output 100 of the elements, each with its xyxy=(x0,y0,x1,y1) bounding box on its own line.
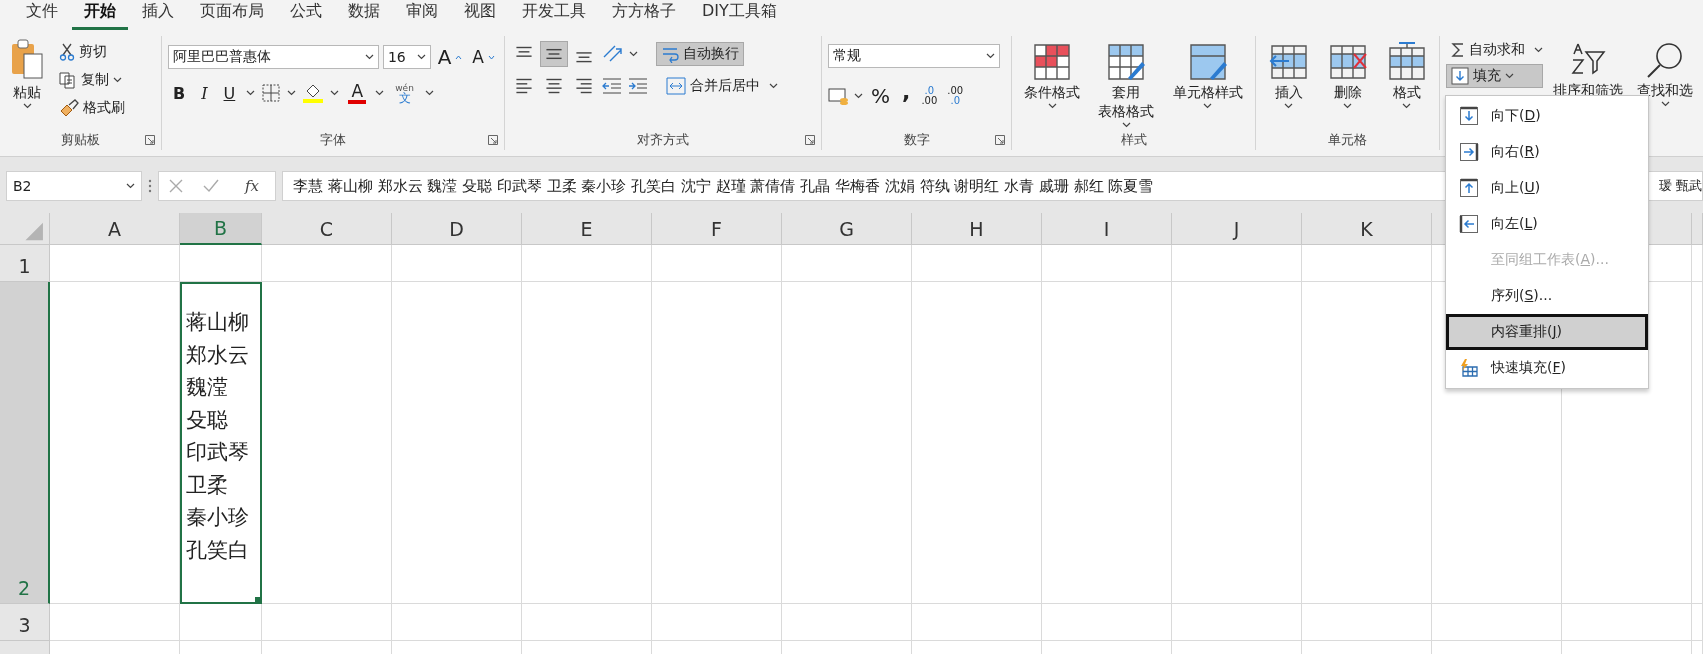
table-cell[interactable] xyxy=(1172,282,1302,604)
chevron-icon[interactable] xyxy=(364,54,374,60)
table-cell[interactable] xyxy=(1692,604,1703,641)
chevron-icon[interactable] xyxy=(1047,103,1057,109)
table-cell[interactable] xyxy=(1302,604,1432,641)
chevron-icon[interactable] xyxy=(1203,103,1213,109)
ribbon-tab[interactable]: DIY工具箱 xyxy=(690,1,789,30)
comma-style-button[interactable]: , xyxy=(898,78,915,113)
style-gallery-button[interactable]: 套用 表格格式 xyxy=(1094,40,1159,130)
menu-item[interactable]: 序列(S)... xyxy=(1446,278,1648,314)
table-cell[interactable] xyxy=(392,245,522,282)
table-cell[interactable] xyxy=(1042,282,1172,604)
chevron-icon[interactable] xyxy=(854,92,863,99)
table-cell[interactable] xyxy=(262,245,392,282)
table-cell[interactable] xyxy=(1692,245,1703,282)
wrap-text-button[interactable]: 自动换行 xyxy=(656,42,744,66)
decrease-font-size-button[interactable]: A xyxy=(469,46,498,68)
chevron-icon[interactable] xyxy=(287,90,297,96)
style-gallery-button[interactable]: 单元格样式 xyxy=(1168,40,1247,130)
table-cell[interactable] xyxy=(262,604,392,641)
row-header[interactable]: 2 xyxy=(0,282,50,604)
ribbon-tab[interactable]: 插入 xyxy=(130,1,186,30)
cut-button[interactable]: 剪切 xyxy=(54,40,130,64)
font-size-dropdown[interactable]: 16 xyxy=(382,45,431,69)
menu-item[interactable]: 向右(R) xyxy=(1446,134,1648,170)
chevron-icon[interactable] xyxy=(424,90,434,96)
chevron-icon[interactable] xyxy=(1660,101,1670,107)
phonetic-button[interactable]: wén 文 xyxy=(390,80,419,106)
fill-button[interactable]: 填充 xyxy=(1446,64,1543,88)
table-cell[interactable] xyxy=(522,282,652,604)
column-header[interactable]: J xyxy=(1172,213,1302,245)
table-cell[interactable] xyxy=(1172,604,1302,641)
number-format-dropdown[interactable]: 常规 xyxy=(828,44,1000,68)
chevron-icon[interactable] xyxy=(1402,103,1411,109)
column-header[interactable]: F xyxy=(652,213,782,245)
cell-command-button[interactable]: 插入 xyxy=(1264,40,1313,130)
table-cell[interactable] xyxy=(262,282,392,604)
style-gallery-button[interactable]: 条件格式 xyxy=(1020,40,1085,130)
font-color-button[interactable]: A xyxy=(345,81,370,105)
increase-indent-icon[interactable] xyxy=(627,76,649,96)
ribbon-tab[interactable]: 开发工具 xyxy=(510,1,598,30)
chevron-icon[interactable] xyxy=(330,90,340,96)
underline-button[interactable]: U xyxy=(218,80,241,106)
bold-button[interactable]: B xyxy=(168,80,191,106)
column-header[interactable] xyxy=(1692,213,1703,245)
table-cell[interactable] xyxy=(782,282,912,604)
decrease-indent-icon[interactable] xyxy=(601,76,623,96)
merge-center-button[interactable]: 合并后居中 xyxy=(661,74,765,98)
chevron-icon[interactable] xyxy=(126,183,135,189)
decrease-decimal-button[interactable]: .00 .0 xyxy=(944,84,967,107)
table-cell[interactable] xyxy=(1042,245,1172,282)
chevron-icon[interactable] xyxy=(22,103,32,109)
table-cell[interactable] xyxy=(522,245,652,282)
chevron-icon[interactable] xyxy=(1284,103,1293,109)
table-cell[interactable] xyxy=(1172,245,1302,282)
table-cell[interactable] xyxy=(522,604,652,641)
cell-command-button[interactable]: 格式 xyxy=(1382,40,1431,130)
column-header[interactable]: I xyxy=(1042,213,1172,245)
row-header[interactable]: 1 xyxy=(0,245,50,282)
ribbon-tab[interactable]: 页面布局 xyxy=(188,1,276,30)
table-cell[interactable] xyxy=(652,282,782,604)
chevron-icon[interactable] xyxy=(1343,103,1352,109)
format-painter-button[interactable]: 格式刷 xyxy=(54,96,130,120)
table-cell[interactable] xyxy=(1562,604,1692,641)
paste-button[interactable]: 粘贴 xyxy=(6,36,48,130)
percent-button[interactable]: % xyxy=(867,82,894,109)
table-cell[interactable] xyxy=(1302,282,1432,604)
table-cell[interactable] xyxy=(50,282,180,604)
chevron-icon[interactable] xyxy=(375,90,385,96)
italic-button[interactable]: I xyxy=(196,80,213,106)
column-header[interactable]: C xyxy=(262,213,392,245)
menu-item[interactable]: 向下(D) xyxy=(1446,98,1648,134)
copy-button[interactable]: 复制 xyxy=(54,68,130,92)
ribbon-tab[interactable]: 方方格子 xyxy=(600,1,688,30)
cancel-icon[interactable] xyxy=(169,179,183,193)
table-cell[interactable] xyxy=(50,604,180,641)
enter-icon[interactable] xyxy=(202,179,219,193)
menu-item[interactable]: 快速填充(F) xyxy=(1446,350,1648,386)
table-cell[interactable] xyxy=(782,245,912,282)
table-cell[interactable] xyxy=(180,604,262,641)
table-cell[interactable] xyxy=(50,245,180,282)
chevron-icon[interactable] xyxy=(769,83,778,89)
dialog-launcher-icon[interactable] xyxy=(145,135,155,145)
table-cell[interactable] xyxy=(912,604,1042,641)
name-box[interactable]: B2 xyxy=(6,171,142,201)
table-cell[interactable] xyxy=(1042,604,1172,641)
cell-command-button[interactable]: 删除 xyxy=(1323,40,1372,130)
ribbon-tab[interactable]: 视图 xyxy=(452,1,508,30)
ribbon-tab[interactable]: 数据 xyxy=(336,1,392,30)
table-cell[interactable] xyxy=(180,245,262,282)
chevron-icon[interactable] xyxy=(1534,47,1543,53)
menu-item[interactable]: 向左(L) xyxy=(1446,206,1648,242)
chevron-icon[interactable] xyxy=(986,53,995,59)
dialog-launcher-icon[interactable] xyxy=(995,135,1005,145)
table-cell[interactable] xyxy=(912,245,1042,282)
insert-function-button[interactable]: fx xyxy=(238,176,265,196)
table-cell[interactable] xyxy=(1302,245,1432,282)
fill-color-icon[interactable] xyxy=(302,82,325,104)
vertical-align-icon[interactable] xyxy=(541,42,567,66)
ribbon-tab[interactable]: 文件 xyxy=(14,1,70,30)
